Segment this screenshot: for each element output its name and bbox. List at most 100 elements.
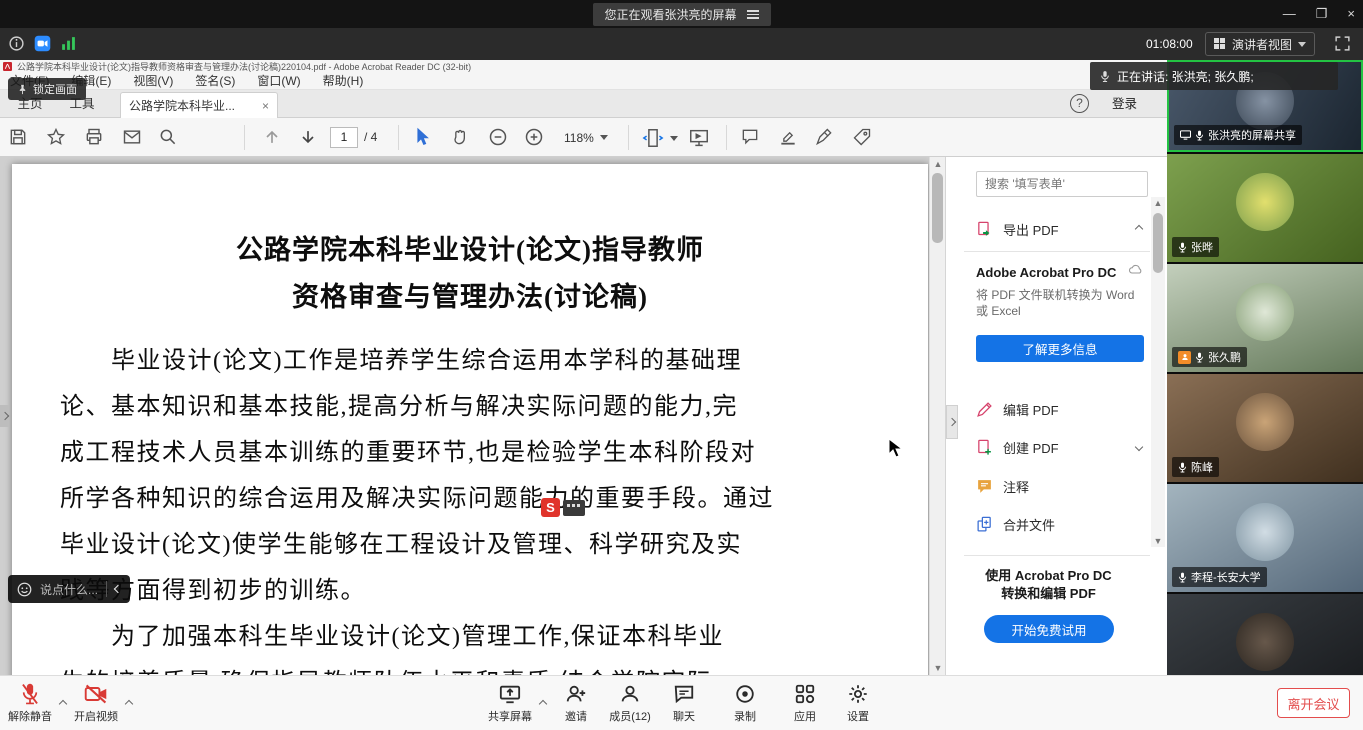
restore-button[interactable]: ❐ (1316, 0, 1328, 28)
apps-button[interactable]: 应用 (777, 683, 833, 724)
export-pdf-item[interactable]: 导出 PDF (976, 215, 1148, 243)
star-icon[interactable] (46, 127, 68, 149)
mic-icon (1100, 70, 1110, 83)
scroll-down-icon[interactable]: ▼ (1152, 536, 1164, 546)
ime-indicator[interactable]: S (541, 498, 585, 517)
fit-width-icon[interactable] (642, 127, 664, 149)
participant-tile[interactable]: 张久鹏 (1167, 264, 1363, 372)
chat-button[interactable]: 聊天 (656, 683, 712, 724)
network-signal-icon[interactable] (60, 35, 77, 52)
share-screen-button[interactable]: 共享屏幕 (482, 683, 538, 724)
chat-label: 聊天 (673, 708, 695, 724)
meeting-app-icon[interactable] (34, 35, 51, 52)
combine-files-icon (976, 516, 993, 533)
chevron-down-icon[interactable] (1135, 443, 1143, 451)
participant-tile[interactable]: 李程-长安大学 (1167, 484, 1363, 592)
toolbar-separator (244, 125, 245, 150)
next-page-icon[interactable] (298, 127, 320, 149)
leave-meeting-button[interactable]: 离开会议 (1277, 688, 1350, 718)
hand-tool-icon[interactable] (450, 127, 472, 149)
share-options-chevron[interactable] (540, 694, 546, 712)
highlight-icon[interactable] (778, 127, 800, 149)
scroll-down-icon[interactable]: ▼ (932, 663, 944, 673)
settings-button[interactable]: 设置 (830, 683, 886, 724)
help-button[interactable]: ? (1070, 94, 1089, 113)
panel-scrollbar[interactable]: ▲ ▼ (1151, 197, 1165, 547)
scrollbar-thumb[interactable] (932, 173, 943, 243)
zoom-level-dropdown[interactable]: 118% (560, 127, 612, 148)
participant-tile-partial[interactable] (1167, 594, 1363, 675)
minimize-button[interactable]: — (1283, 0, 1296, 28)
chevron-down-icon (600, 135, 608, 140)
page-number-input[interactable]: 1 (330, 127, 358, 148)
create-pdf-item[interactable]: 创建 PDF (976, 433, 1148, 461)
document-viewer[interactable]: 公路学院本科毕业设计(论文)指导教师 资格审查与管理办法(讨论稿) 毕业设计(论… (0, 157, 929, 675)
mute-button[interactable]: 解除静音 (2, 683, 58, 724)
learn-more-button[interactable]: 了解更多信息 (976, 335, 1144, 362)
info-icon[interactable] (8, 35, 25, 52)
video-options-chevron[interactable] (126, 694, 132, 712)
email-icon[interactable] (122, 127, 144, 149)
apps-grid-icon (794, 683, 816, 705)
left-panel-expand-handle[interactable] (0, 405, 9, 427)
panel-collapse-handle[interactable] (946, 405, 958, 439)
combine-files-item[interactable]: 合并文件 (976, 510, 1148, 538)
banner-menu-icon[interactable] (747, 8, 759, 21)
menu-help[interactable]: 帮助(H) (323, 72, 364, 89)
promo-text-line1: 将 PDF 文件联机转换为 Word (976, 288, 1134, 302)
header-status-icons (8, 35, 77, 52)
scroll-up-icon[interactable]: ▲ (1152, 198, 1164, 208)
chevron-down-icon[interactable] (670, 136, 678, 141)
tab-close-icon[interactable]: × (262, 99, 269, 113)
chevron-left-icon[interactable] (114, 585, 122, 593)
participant-name: 张晔 (1191, 239, 1213, 255)
menu-window[interactable]: 窗口(W) (257, 72, 300, 89)
invite-button[interactable]: 邀请 (548, 683, 604, 724)
watching-banner[interactable]: 您正在观看张洪亮的屏幕 (592, 3, 770, 26)
sign-pen-icon[interactable] (814, 127, 836, 149)
zoom-out-icon[interactable] (488, 127, 510, 149)
export-pdf-icon (976, 221, 993, 238)
edit-pdf-item[interactable]: 编辑 PDF (976, 395, 1148, 423)
members-button[interactable]: 成员(12) (602, 683, 658, 724)
invite-label: 邀请 (565, 708, 587, 724)
document-scrollbar[interactable]: ▲ ▼ (929, 157, 945, 675)
stamp-tag-icon[interactable] (852, 127, 874, 149)
participant-tile[interactable]: 陈峰 (1167, 374, 1363, 482)
speaking-text: 正在讲话: 张洪亮; 张久鹏; (1117, 68, 1254, 85)
close-button[interactable]: × (1347, 0, 1355, 28)
scroll-up-icon[interactable]: ▲ (932, 159, 944, 169)
comment-item[interactable]: 注释 (976, 472, 1148, 500)
record-button[interactable]: 录制 (717, 683, 773, 724)
free-trial-button[interactable]: 开始免费试用 (984, 615, 1114, 643)
comment-icon[interactable] (740, 127, 762, 149)
tab-document[interactable]: 公路学院本科毕业... × (120, 92, 278, 118)
video-button[interactable]: 开启视频 (68, 683, 124, 724)
scrollbar-thumb[interactable] (1153, 213, 1163, 273)
print-icon[interactable] (84, 127, 106, 149)
invite-person-icon (565, 683, 587, 705)
chevron-up-icon[interactable] (1135, 225, 1143, 233)
zoom-in-icon[interactable] (524, 127, 546, 149)
document-body: 毕业设计(论文)工作是培养学生综合运用本学科的基础理 论、基本知识和基本技能,提… (12, 338, 928, 675)
previous-page-icon[interactable] (262, 127, 284, 149)
menu-view[interactable]: 视图(V) (133, 72, 173, 89)
participant-label: 张久鹏 (1172, 347, 1247, 367)
menu-sign[interactable]: 签名(S) (195, 72, 235, 89)
find-icon[interactable] (158, 127, 180, 149)
reading-mode-icon[interactable] (688, 127, 710, 149)
mute-options-chevron[interactable] (60, 694, 66, 712)
save-icon[interactable] (8, 127, 30, 149)
participant-label: 张洪亮的屏幕共享 (1174, 125, 1302, 145)
view-mode-selector[interactable]: 演讲者视图 (1205, 32, 1315, 56)
document-title-line1: 公路学院本科毕业设计(论文)指导教师 (12, 228, 928, 267)
participant-tile[interactable]: 张晔 (1167, 154, 1363, 262)
host-badge-icon (1178, 351, 1191, 364)
tools-search-input[interactable] (976, 171, 1148, 197)
quick-chat-input[interactable]: 说点什么... (8, 575, 130, 603)
mic-icon (1195, 130, 1204, 141)
fullscreen-icon[interactable] (1334, 35, 1351, 52)
select-tool-icon[interactable] (412, 127, 434, 149)
lock-view-button[interactable]: 锁定画面 (8, 78, 86, 100)
login-button[interactable]: 登录 (1112, 90, 1137, 118)
